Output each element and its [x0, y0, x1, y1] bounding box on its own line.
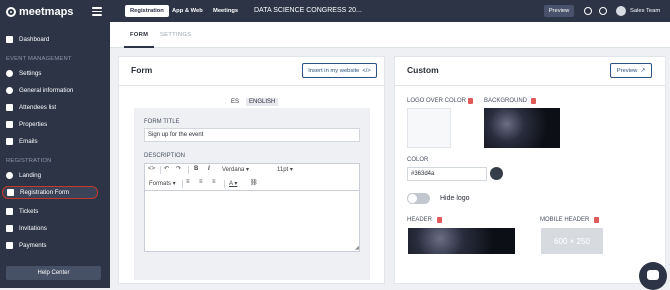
- redo-icon[interactable]: ↷: [176, 165, 181, 172]
- sidebar-section-registration: REGISTRATION: [6, 158, 52, 164]
- font-family-select[interactable]: Verdana ▾: [222, 166, 249, 173]
- formats-dropdown[interactable]: Formats ▾: [149, 180, 176, 187]
- sidebar-item-landing[interactable]: Landing: [6, 169, 98, 182]
- toolbar-separator: [182, 180, 183, 188]
- align-left-icon[interactable]: ≡: [186, 179, 190, 185]
- form-title-input[interactable]: Sign up for the event: [144, 128, 360, 142]
- tab-registration[interactable]: Registration: [125, 5, 169, 17]
- trash-icon[interactable]: [468, 98, 473, 104]
- custom-panel-title: Custom: [407, 65, 439, 75]
- tab-form[interactable]: FORM: [123, 32, 155, 48]
- hide-logo-toggle[interactable]: [407, 193, 430, 204]
- sidebar: meetmaps Dashboard EVENT MANAGEMENT Sett…: [0, 0, 110, 288]
- toolbar-separator: [224, 180, 225, 188]
- custom-preview-button[interactable]: Preview ↗: [610, 63, 652, 78]
- form-title-label: FORM TITLE: [144, 119, 180, 125]
- mobile-header-label: MOBILE HEADER: [540, 217, 590, 223]
- link-icon[interactable]: ⛓: [250, 179, 258, 186]
- menu-toggle-icon[interactable]: [92, 7, 102, 16]
- brand-logo[interactable]: meetmaps: [6, 6, 73, 18]
- trash-icon[interactable]: [437, 217, 442, 223]
- help-center-button[interactable]: Help Center: [6, 266, 101, 280]
- sidebar-item-registration-form[interactable]: Registration Form: [2, 186, 98, 199]
- toolbar-separator: [188, 166, 189, 174]
- divider: [394, 85, 666, 86]
- lang-english[interactable]: ENGLISH: [246, 98, 279, 106]
- sidebar-item-tickets[interactable]: Tickets: [6, 205, 98, 218]
- toolbar-separator: [160, 166, 161, 174]
- top-bar: Registration App & Web Meetings DATA SCI…: [110, 0, 670, 22]
- sidebar-item-dashboard[interactable]: Dashboard: [6, 33, 98, 46]
- external-link-icon: ↗: [640, 67, 646, 74]
- divider: [118, 85, 385, 86]
- source-code-icon[interactable]: <>: [148, 166, 155, 172]
- editor-toolbar-divider: [145, 190, 359, 191]
- sidebar-item-general-information[interactable]: General information: [6, 84, 98, 97]
- invitation-icon: [6, 225, 13, 232]
- undo-icon[interactable]: ↶: [164, 165, 169, 172]
- background-label: BACKGROUND: [484, 98, 528, 104]
- avatar[interactable]: [616, 6, 626, 16]
- tab-app-web[interactable]: App & Web: [167, 5, 208, 17]
- text-color-icon[interactable]: A ▾: [229, 180, 237, 187]
- users-icon: [6, 104, 13, 111]
- list-icon: [6, 121, 13, 128]
- sidebar-item-attendees-list[interactable]: Attendees list: [6, 101, 98, 114]
- italic-icon[interactable]: I: [208, 166, 210, 172]
- ticket-icon: [6, 208, 13, 215]
- event-title[interactable]: DATA SCIENCE CONGRESS 20...: [254, 7, 362, 14]
- insert-in-website-button[interactable]: Insert in my website </>: [302, 63, 377, 78]
- trash-icon[interactable]: [531, 98, 536, 104]
- meetmaps-logo-icon: [6, 7, 16, 17]
- sidebar-item-invitations[interactable]: Invitations: [6, 222, 98, 235]
- align-center-icon[interactable]: ≡: [199, 179, 203, 185]
- tab-meetings[interactable]: Meetings: [208, 5, 243, 17]
- globe-icon: [6, 172, 13, 179]
- lang-es[interactable]: ES: [231, 99, 239, 105]
- resize-handle-icon[interactable]: ◢: [355, 245, 359, 251]
- hide-logo-label: Hide logo: [440, 195, 470, 202]
- subtabs: FORM SETTINGS: [110, 22, 670, 48]
- color-label: COLOR: [407, 157, 429, 163]
- trash-icon[interactable]: [594, 217, 599, 223]
- color-input[interactable]: #363d4a: [407, 167, 487, 181]
- preview-button[interactable]: Preview: [544, 5, 574, 17]
- background-image[interactable]: [484, 108, 560, 148]
- form-panel-title: Form: [131, 65, 153, 75]
- bell-icon[interactable]: [584, 7, 592, 15]
- credit-card-icon: [6, 242, 13, 249]
- toggle-knob: [408, 194, 417, 203]
- code-icon: </>: [362, 67, 371, 74]
- sidebar-item-payments[interactable]: Payments: [6, 239, 98, 252]
- mobile-header-placeholder[interactable]: 600 × 250: [541, 228, 603, 254]
- info-icon[interactable]: [599, 7, 607, 15]
- description-rich-text-editor[interactable]: [144, 163, 360, 252]
- description-label: DESCRIPTION: [144, 153, 186, 159]
- header-image[interactable]: [408, 228, 515, 254]
- color-swatch[interactable]: [490, 167, 503, 180]
- sidebar-item-properties[interactable]: Properties: [6, 118, 98, 131]
- brand-name: meetmaps: [19, 6, 74, 18]
- logo-over-color-label: LOGO OVER COLOR: [407, 98, 467, 104]
- chat-icon[interactable]: [639, 262, 667, 290]
- sidebar-item-emails[interactable]: Emails: [6, 135, 98, 148]
- info-icon: [6, 87, 13, 94]
- dashboard-icon: [6, 36, 13, 43]
- align-right-icon[interactable]: ≡: [212, 179, 216, 185]
- font-size-select[interactable]: 11pt ▾: [277, 166, 293, 173]
- bold-icon[interactable]: B: [194, 166, 198, 172]
- gear-icon: [6, 70, 13, 77]
- sidebar-section-event-management: EVENT MANAGEMENT: [6, 56, 72, 62]
- user-name[interactable]: Sales Team: [630, 8, 660, 14]
- logo-thumbnail[interactable]: [407, 108, 451, 148]
- mail-icon: [6, 138, 13, 145]
- sidebar-item-settings[interactable]: Settings: [6, 67, 98, 80]
- form-icon: [7, 189, 14, 196]
- tab-settings[interactable]: SETTINGS: [160, 32, 191, 38]
- header-label: HEADER: [407, 217, 433, 223]
